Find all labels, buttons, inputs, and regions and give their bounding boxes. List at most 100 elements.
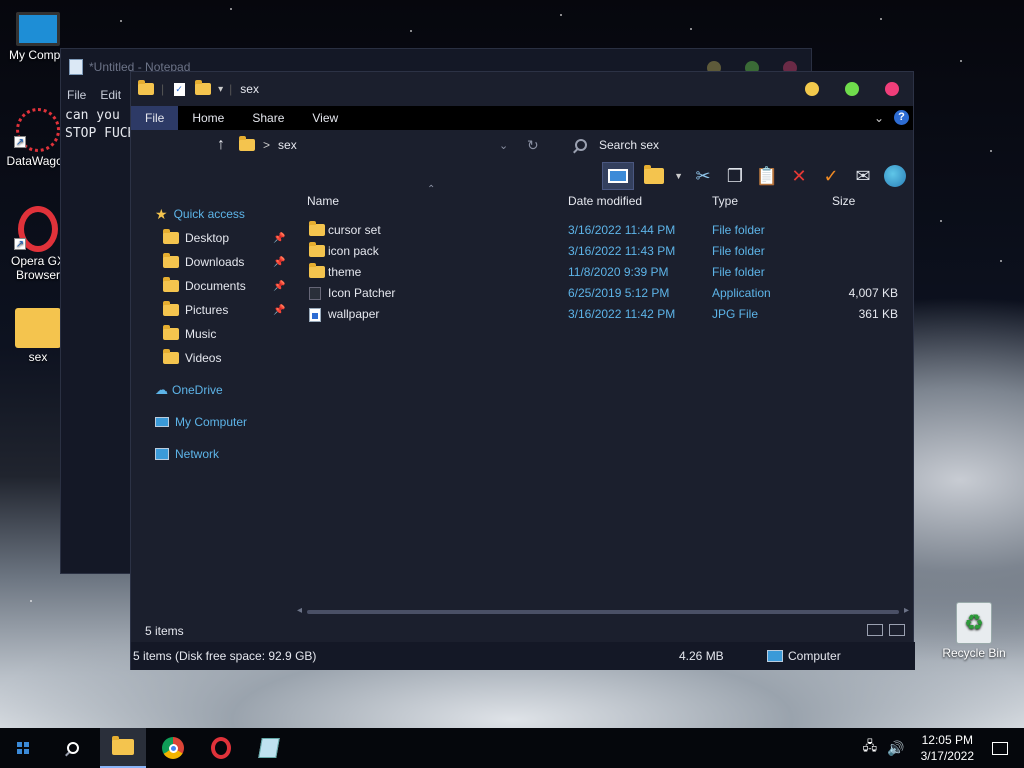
nav-label: Downloads <box>185 255 245 269</box>
folder-icon <box>309 221 325 236</box>
file-row[interactable]: wallpaper 3/16/2022 11:42 PM JPG File 36… <box>307 304 907 325</box>
large-icons-view-icon[interactable] <box>889 624 905 636</box>
nav-item-downloads[interactable]: Downloads 📌 <box>131 250 291 274</box>
properties-icon[interactable]: ✉ <box>851 164 875 188</box>
globe-icon[interactable] <box>883 164 907 188</box>
address-dropdown-icon[interactable]: ⌄ <box>499 139 508 152</box>
nav-network[interactable]: Network <box>131 442 291 466</box>
nav-label: Quick access <box>173 207 245 221</box>
delete-icon[interactable]: ✕ <box>787 164 811 188</box>
monitor-icon <box>16 12 60 46</box>
tab-view[interactable]: View <box>298 106 352 130</box>
copy-icon[interactable]: ❐ <box>723 164 747 188</box>
nav-label: Documents <box>185 279 246 293</box>
clock[interactable]: 12:05 PM 3/17/2022 <box>911 732 984 764</box>
file-date: 3/16/2022 11:44 PM <box>568 223 676 237</box>
taskbar-search-button[interactable] <box>50 728 96 768</box>
breadcrumb-item[interactable]: sex <box>278 138 297 152</box>
refresh-icon[interactable]: ↻ <box>527 137 539 154</box>
view-toggle <box>867 624 905 636</box>
column-name[interactable]: Name <box>307 194 339 208</box>
nav-item-music[interactable]: Music <box>131 322 291 346</box>
properties-icon[interactable]: ✓ <box>170 81 188 97</box>
maximize-button[interactable] <box>845 82 859 96</box>
start-button[interactable] <box>0 728 46 768</box>
pin-icon[interactable]: 📌 <box>273 305 285 316</box>
pin-icon[interactable]: 📌 <box>273 257 285 268</box>
folder-icon <box>163 253 179 268</box>
folder-icon <box>137 80 155 97</box>
new-folder-icon[interactable] <box>642 164 666 188</box>
folder-icon <box>239 136 255 151</box>
clock-date: 3/17/2022 <box>920 749 974 763</box>
file-type: File folder <box>712 265 765 279</box>
pin-icon[interactable]: 📌 <box>273 233 285 244</box>
file-row[interactable]: Icon Patcher 6/25/2019 5:12 PM Applicati… <box>307 283 907 304</box>
tab-share[interactable]: Share <box>238 106 298 130</box>
explorer-titlebar[interactable]: | ✓ ▾ | sex <box>131 72 913 106</box>
close-button[interactable] <box>885 82 899 96</box>
help-icon[interactable]: ? <box>894 110 909 125</box>
file-name: icon pack <box>328 244 379 258</box>
nav-item-desktop[interactable]: Desktop 📌 <box>131 226 291 250</box>
preview-pane-icon[interactable] <box>602 162 635 190</box>
new-folder-dropdown-icon[interactable]: ▼ <box>674 171 683 181</box>
taskbar-file-explorer[interactable] <box>100 728 146 768</box>
nav-my-computer[interactable]: My Computer <box>131 410 291 434</box>
file-row[interactable]: icon pack 3/16/2022 11:43 PM File folder <box>307 241 907 262</box>
opera-gx-icon <box>211 737 231 759</box>
expand-ribbon-icon[interactable]: ⌄ <box>874 111 884 125</box>
folder-icon <box>163 301 179 316</box>
column-date[interactable]: Date modified <box>568 194 642 208</box>
network-icon[interactable]: 🖧 <box>863 737 878 759</box>
file-list: cursor set 3/16/2022 11:44 PM File folde… <box>307 220 907 325</box>
up-arrow-icon[interactable]: ↑ <box>217 136 225 154</box>
menu-edit[interactable]: Edit <box>100 88 121 102</box>
tab-file[interactable]: File <box>131 106 179 130</box>
file-row[interactable]: theme 11/8/2020 9:39 PM File folder <box>307 262 907 283</box>
scroll-left-icon[interactable]: ◂ <box>297 605 302 616</box>
horizontal-scrollbar[interactable]: ◂ ▸ <box>297 605 909 616</box>
nav-label: Network <box>175 447 220 461</box>
star-icon: ★ <box>155 205 168 222</box>
search-placeholder: Search sex <box>599 138 660 152</box>
status-location: Computer <box>788 649 841 663</box>
column-size[interactable]: Size <box>832 194 855 208</box>
file-row[interactable]: cursor set 3/16/2022 11:44 PM File folde… <box>307 220 907 241</box>
customize-toolbar-icon[interactable]: ▾ <box>218 84 223 95</box>
cloud-icon: ☁ <box>155 382 168 397</box>
details-view-icon[interactable] <box>867 624 883 636</box>
separator: | <box>229 82 233 96</box>
search-box[interactable]: Search sex <box>575 138 659 152</box>
cut-icon[interactable]: ✂ <box>691 164 715 188</box>
file-date: 3/16/2022 11:42 PM <box>568 307 676 321</box>
minimize-button[interactable] <box>805 82 819 96</box>
menu-file[interactable]: File <box>67 88 86 102</box>
scroll-right-icon[interactable]: ▸ <box>904 605 909 616</box>
notification-icon[interactable] <box>992 741 1008 755</box>
new-folder-icon[interactable] <box>194 80 212 97</box>
folder-icon <box>163 229 179 244</box>
nav-item-pictures[interactable]: Pictures 📌 <box>131 298 291 322</box>
breadcrumb[interactable]: > sex <box>239 136 297 152</box>
taskbar-opera-gx[interactable] <box>198 728 244 768</box>
paste-icon[interactable]: 📋 <box>755 164 779 188</box>
nav-item-videos[interactable]: Videos <box>131 346 291 370</box>
pin-icon[interactable]: 📌 <box>273 281 285 292</box>
file-name: theme <box>328 265 362 279</box>
scrollbar-thumb[interactable] <box>307 610 899 614</box>
taskbar-chrome[interactable] <box>150 728 196 768</box>
system-tray: 🖧 🔊 12:05 PM 3/17/2022 <box>863 728 1024 768</box>
nav-item-documents[interactable]: Documents 📌 <box>131 274 291 298</box>
rename-check-icon[interactable]: ✓ <box>819 164 843 188</box>
taskbar-notepad[interactable] <box>246 728 292 768</box>
nav-onedrive[interactable]: ☁ OneDrive <box>131 378 291 402</box>
desktop-icon-recycle-bin[interactable]: ♻ Recycle Bin <box>936 602 1012 660</box>
tab-home[interactable]: Home <box>178 106 238 130</box>
file-explorer-window[interactable]: | ✓ ▾ | sex File Home Share View ⌄ ? ↑ >… <box>130 71 915 670</box>
file-name: wallpaper <box>328 307 380 321</box>
nav-quick-access[interactable]: ★ Quick access <box>131 202 291 226</box>
column-type[interactable]: Type <box>712 194 738 208</box>
computer-icon <box>155 417 169 427</box>
volume-icon[interactable]: 🔊 <box>887 740 904 757</box>
